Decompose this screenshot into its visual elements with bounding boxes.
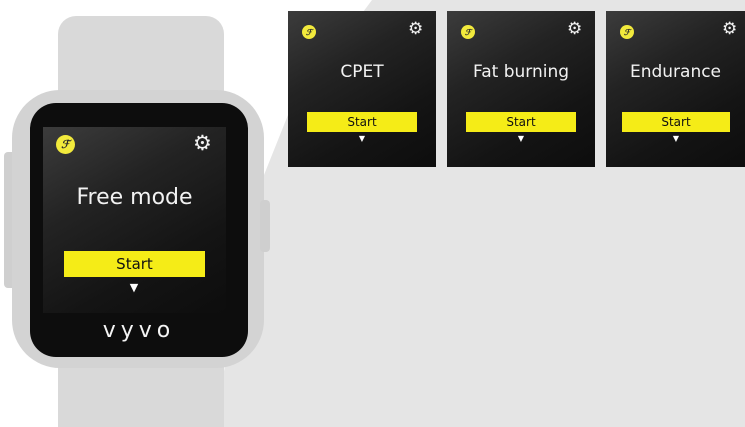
gear-icon[interactable]: ⚙: [722, 21, 737, 38]
function-badge-icon[interactable]: ℱ: [461, 25, 475, 39]
mode-screen-endurance: ℱ ⚙ Endurance Start ▼: [606, 11, 745, 167]
function-badge-icon[interactable]: ℱ: [302, 25, 316, 39]
gear-icon[interactable]: ⚙: [567, 21, 582, 38]
chevron-down-icon[interactable]: ▼: [668, 135, 684, 143]
smartwatch: ℱ ⚙ Free mode Start ▼ vyvo: [0, 0, 280, 427]
mode-screen-fat-burning: ℱ ⚙ Fat burning Start ▼: [447, 11, 595, 167]
chevron-down-icon[interactable]: ▼: [354, 135, 370, 143]
gear-icon[interactable]: ⚙: [193, 133, 212, 154]
chevron-down-icon[interactable]: ▼: [513, 135, 529, 143]
start-button[interactable]: Start: [622, 112, 730, 132]
start-button[interactable]: Start: [307, 112, 417, 132]
mode-title: Free mode: [76, 185, 193, 210]
start-button[interactable]: Start: [466, 112, 576, 132]
mode-title: Fat burning: [472, 62, 570, 82]
brand-logo: vyvo: [102, 318, 176, 343]
mode-screen-cpet: ℱ ⚙ CPET Start ▼: [288, 11, 436, 167]
mode-title: Endurance: [629, 62, 722, 82]
chevron-down-icon[interactable]: ▼: [123, 282, 145, 293]
start-button[interactable]: Start: [64, 251, 205, 277]
mode-title: CPET: [340, 62, 384, 82]
watch-side-button-right: [260, 200, 270, 252]
gear-icon[interactable]: ⚙: [408, 21, 423, 38]
function-badge-icon[interactable]: ℱ: [56, 135, 75, 154]
watch-screen-free-mode: ℱ ⚙ Free mode Start ▼: [43, 127, 226, 313]
function-badge-icon[interactable]: ℱ: [620, 25, 634, 39]
